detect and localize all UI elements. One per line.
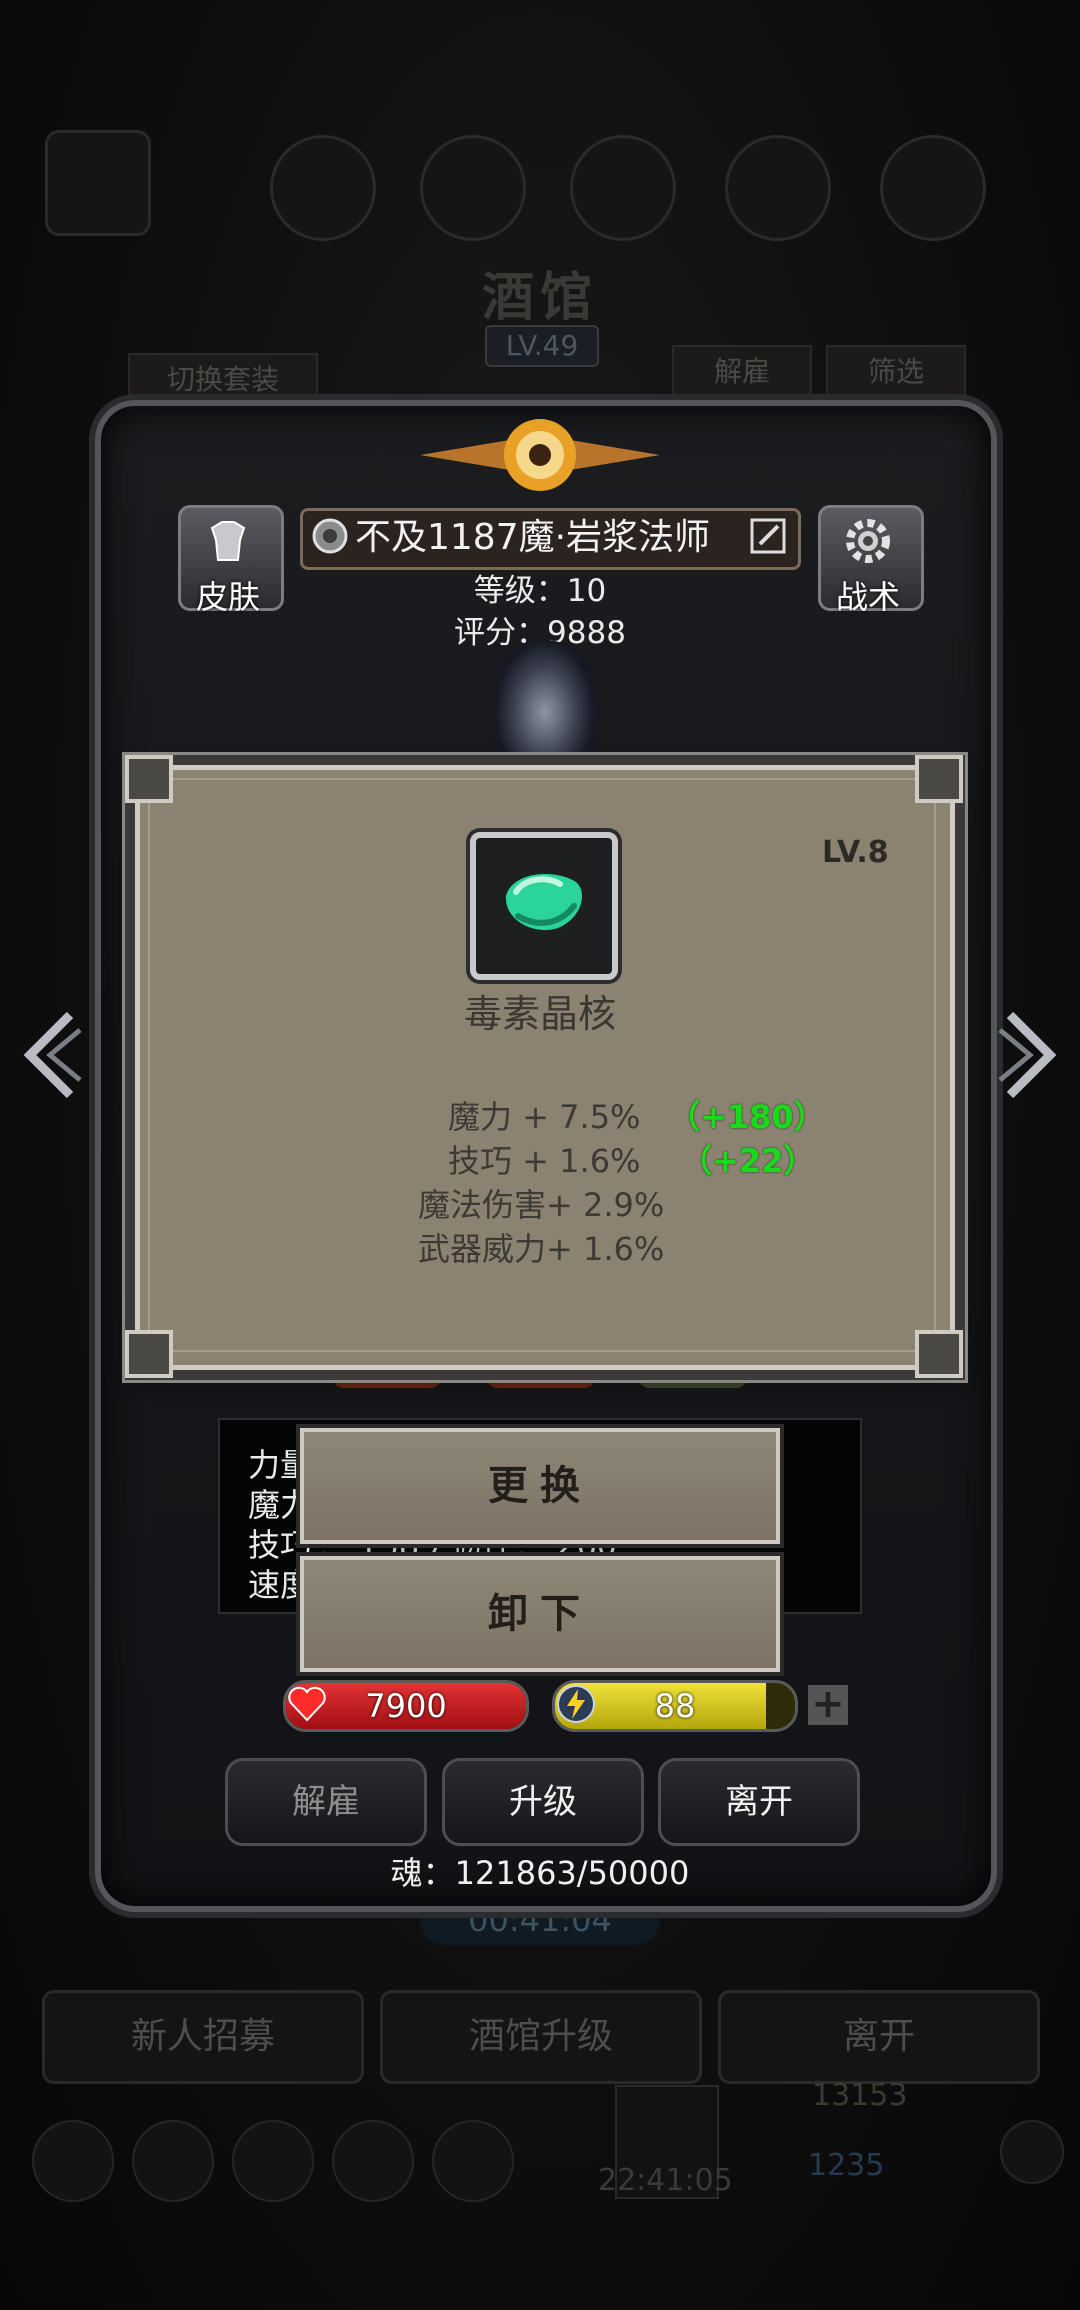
item-attribute: 技巧 + 1.6% <box>448 1142 641 1180</box>
bg-tab-icon <box>270 135 376 241</box>
bg-currency-b: 1235 <box>808 2148 885 2183</box>
leave-button[interactable]: 离开 <box>658 1758 860 1846</box>
skin-label: 皮肤 <box>195 578 260 616</box>
unequip-button[interactable]: 卸下 <box>300 1556 780 1672</box>
soul-counter: 魂：121863/50000 <box>390 1854 690 1892</box>
bg-tab-icon <box>570 135 676 241</box>
edit-name-icon[interactable] <box>748 516 788 556</box>
armor-icon <box>210 521 246 561</box>
bg-leave-button: 离开 <box>718 1990 1040 2084</box>
bg-tavern-level: LV.49 <box>485 325 599 367</box>
bg-dismiss-button: 解雇 <box>672 345 812 399</box>
bg-bottom-icon <box>332 2120 414 2202</box>
popup-corner <box>915 755 963 803</box>
bg-bottom-icon <box>132 2120 214 2202</box>
popup-corner <box>915 1330 963 1378</box>
unequip-button-label: 卸下 <box>488 1591 592 1637</box>
bg-clock: 22:41:05 <box>598 2163 733 2198</box>
replace-button-label: 更换 <box>488 1463 592 1509</box>
bg-recruit-button: 新人招募 <box>42 1990 364 2084</box>
bg-tab-icon <box>880 135 986 241</box>
item-attribute-bonus: （+180） <box>668 1098 826 1136</box>
dialog-crest-icon <box>420 419 660 491</box>
dismiss-button[interactable]: 解雇 <box>225 1758 427 1846</box>
gear-icon <box>846 519 890 563</box>
bg-bottom-icon <box>32 2120 114 2202</box>
add-energy-button[interactable]: + <box>808 1684 848 1725</box>
bg-currency-a: 13153 <box>812 2078 908 2113</box>
medal-icon <box>312 518 348 554</box>
bg-tavern-upgrade-button: 酒馆升级 <box>380 1990 702 2084</box>
item-attribute-bonus: （+22） <box>680 1142 816 1180</box>
bg-switch-outfit-button: 切换套装 <box>128 353 318 407</box>
bg-menu-icon <box>45 130 151 236</box>
heart-icon <box>288 1686 326 1722</box>
popup-corner <box>125 755 173 803</box>
hero-portrait <box>495 640 595 760</box>
lightning-icon <box>557 1685 595 1723</box>
bg-tavern-title: 酒馆 <box>481 267 598 328</box>
bg-bottom-icon <box>432 2120 514 2202</box>
popup-corner <box>125 1330 173 1378</box>
toxin-crystal-icon <box>505 873 582 931</box>
bg-tab-icon <box>725 135 831 241</box>
replace-button[interactable]: 更换 <box>300 1428 780 1544</box>
hero-name: 不及1187魔·岩浆法师 <box>355 517 711 558</box>
bg-add-icon <box>1000 2120 1064 2184</box>
item-attribute: 武器威力+ 1.6% <box>418 1230 665 1268</box>
item-attribute: 魔力 + 7.5% <box>448 1098 641 1136</box>
tactics-label: 战术 <box>835 578 900 616</box>
upgrade-button[interactable]: 升级 <box>442 1758 644 1846</box>
item-name: 毒素晶核 <box>463 992 616 1036</box>
bg-bottom-icon <box>232 2120 314 2202</box>
bg-tab-icon <box>420 135 526 241</box>
bg-filter-button: 筛选 <box>826 345 966 399</box>
item-attribute: 魔法伤害+ 2.9% <box>418 1186 665 1224</box>
item-level: LV.8 <box>822 835 889 870</box>
